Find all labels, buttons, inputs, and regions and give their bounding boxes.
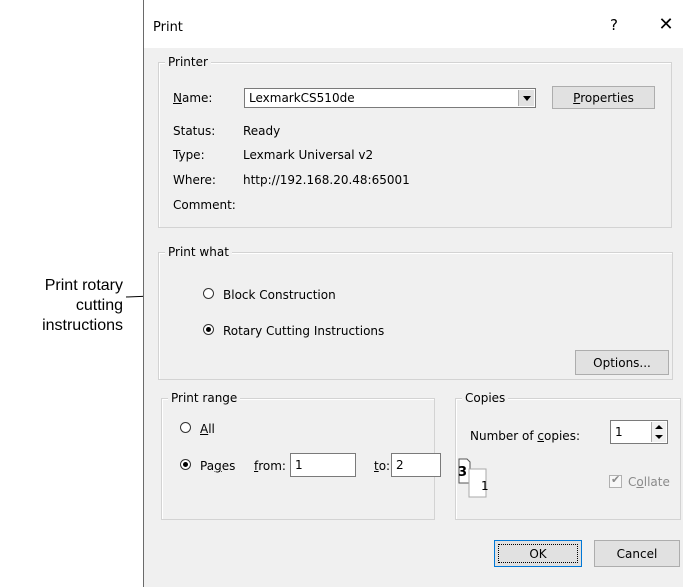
status-value: Ready <box>243 124 281 138</box>
pages-key: g <box>214 459 222 473</box>
copies-spinner[interactable] <box>651 422 666 442</box>
copies-group-label: Copies <box>462 391 509 405</box>
to-page-input[interactable]: 2 <box>391 453 441 477</box>
print-dialog: Print ? ✕ Printer Name: LexmarkCS510de P… <box>143 0 683 587</box>
rotary-cutting-radio[interactable] <box>203 324 214 335</box>
callout-line-3: instructions <box>42 317 123 334</box>
collate-checkbox[interactable]: ✔ <box>609 473 622 488</box>
ok-button-label: OK <box>529 546 547 561</box>
name-label: Name: <box>173 91 212 105</box>
spin-up-icon[interactable] <box>655 425 663 429</box>
ok-button[interactable]: OK <box>494 540 582 567</box>
print-range-group-label: Print range <box>168 391 241 405</box>
callout-label: Print rotary cutting instructions <box>0 276 123 336</box>
help-button[interactable]: ? <box>604 16 624 38</box>
chevron-down-icon[interactable] <box>518 90 534 106</box>
all-key: A <box>200 422 209 436</box>
to-page-value: 2 <box>396 458 404 472</box>
copies-pre: Number of <box>470 429 538 443</box>
printer-name-select[interactable]: LexmarkCS510de <box>244 88 536 108</box>
collate-label[interactable]: Collate <box>628 475 670 489</box>
pages-pre: Pa <box>200 459 215 473</box>
number-of-copies-label: Number of copies: <box>470 429 580 443</box>
pages-radio[interactable] <box>180 459 191 470</box>
collate-front-page-number: 1 <box>481 479 489 493</box>
spin-down-icon[interactable] <box>655 435 663 439</box>
rotary-cutting-label[interactable]: Rotary Cutting Instructions <box>223 324 384 338</box>
title-bar: Print ? ✕ <box>144 0 683 48</box>
block-construction-label[interactable]: Block Construction <box>223 288 336 302</box>
properties-rest: roperties <box>580 90 634 105</box>
block-construction-radio[interactable] <box>203 288 214 299</box>
status-label: Status: <box>173 124 216 138</box>
name-label-rest: ame: <box>181 91 213 105</box>
copies-group: Copies Number of copies: 1 3 1 ✔ Collate <box>455 391 681 520</box>
printer-name-value: LexmarkCS510de <box>249 91 355 105</box>
to-rest: o: <box>378 459 391 473</box>
copies-post: opies: <box>544 429 580 443</box>
print-range-group: Print range All Pages from: 1 to: 2 <box>161 391 441 520</box>
cancel-button-label: Cancel <box>616 546 658 561</box>
close-button[interactable]: ✕ <box>654 14 678 38</box>
printer-group-label: Printer <box>165 55 211 69</box>
where-value: http://192.168.20.48:65001 <box>243 173 410 187</box>
collate-key: o <box>636 475 644 489</box>
all-rest: ll <box>208 422 215 436</box>
printer-group: Printer Name: LexmarkCS510de Properties … <box>158 55 672 228</box>
collate-post: llate <box>643 475 670 489</box>
all-pages-radio[interactable] <box>180 422 191 433</box>
callout-line-2: cutting <box>75 297 123 314</box>
from-page-value: 1 <box>295 458 303 472</box>
dialog-title: Print <box>153 20 183 35</box>
print-what-group: Print what Block Construction Rotary Cut… <box>158 245 673 380</box>
type-value: Lexmark Universal v2 <box>243 148 374 162</box>
from-page-input[interactable]: 1 <box>290 453 356 477</box>
to-label: to: <box>374 459 390 473</box>
where-label: Where: <box>173 173 216 187</box>
type-label: Type: <box>173 148 205 162</box>
copies-input[interactable]: 1 <box>610 420 668 444</box>
name-label-key: N <box>173 91 182 105</box>
options-button[interactable]: Options... <box>575 350 669 375</box>
comment-label: Comment: <box>173 198 236 212</box>
print-what-group-label: Print what <box>165 245 232 259</box>
properties-button[interactable]: Properties <box>552 86 655 109</box>
callout-line-1: Print rotary <box>44 277 123 294</box>
options-button-label: Options... <box>593 355 651 370</box>
pages-post: es <box>221 459 236 473</box>
all-pages-label[interactable]: All <box>200 422 215 436</box>
collate-back-page-number: 3 <box>458 465 468 480</box>
copies-value: 1 <box>615 425 623 439</box>
cancel-button[interactable]: Cancel <box>594 540 680 567</box>
from-rest: rom: <box>258 459 286 473</box>
from-label: from: <box>254 459 286 473</box>
pages-label[interactable]: Pages <box>200 459 235 473</box>
